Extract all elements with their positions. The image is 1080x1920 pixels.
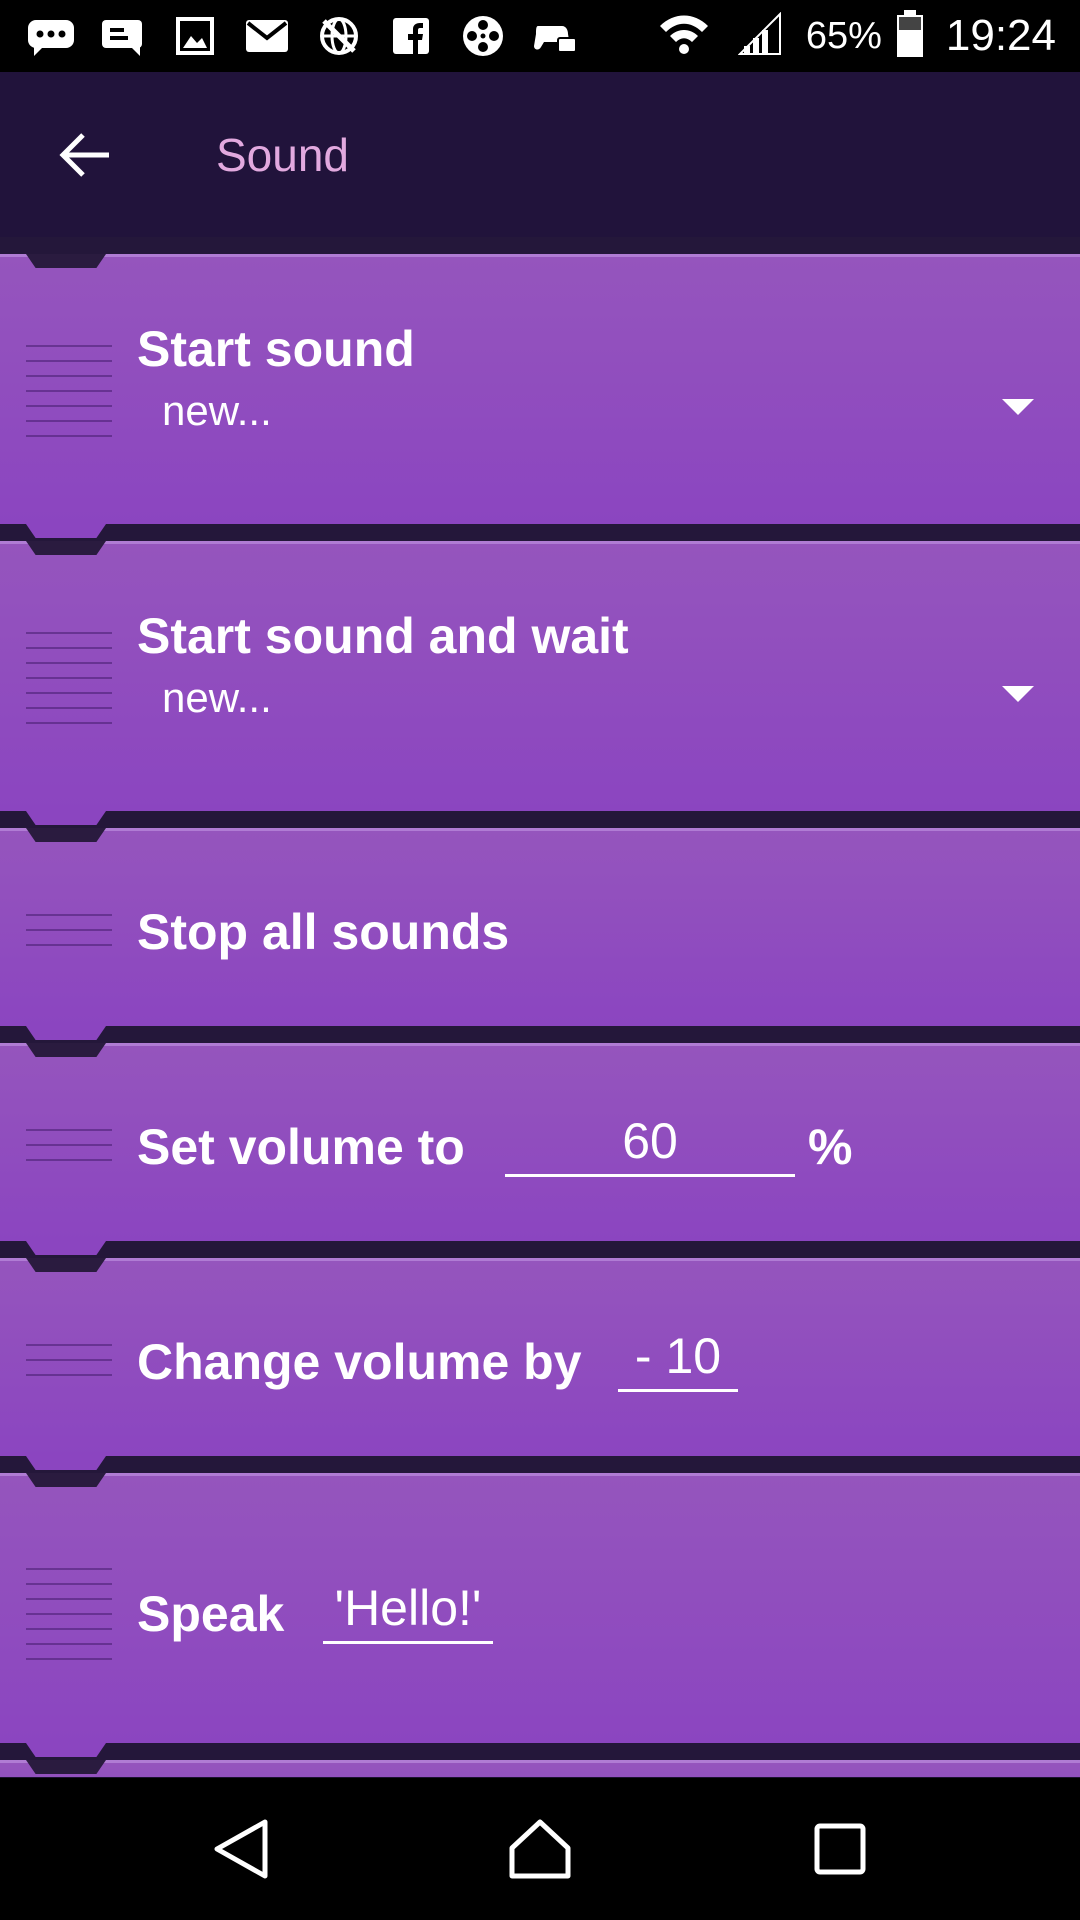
brick-title: Speak [137, 1586, 285, 1642]
film-reel-icon [458, 14, 508, 58]
image-icon [170, 14, 220, 58]
drag-handle[interactable] [26, 1344, 112, 1376]
brick-change-volume[interactable]: Change volume by - 10 [0, 1258, 1080, 1470]
volume-change-input[interactable]: - 10 [618, 1327, 738, 1392]
drag-handle[interactable] [26, 632, 112, 724]
app-bar: Sound [0, 72, 1080, 237]
arrow-left-icon [59, 133, 109, 177]
drag-handle[interactable] [26, 345, 112, 437]
brick-stop-all-sounds[interactable]: Stop all sounds [0, 828, 1080, 1040]
game-controller-icon [530, 14, 580, 58]
facebook-icon [386, 14, 436, 58]
drag-handle[interactable] [26, 1568, 112, 1660]
home-icon [509, 1819, 571, 1879]
page-title: Sound [216, 129, 350, 181]
notification-icons [26, 12, 580, 60]
back-button[interactable] [50, 120, 120, 190]
no-globe-icon [314, 14, 364, 58]
mail-icon [242, 14, 292, 58]
battery-icon [896, 9, 924, 63]
brick-start-sound-and-wait[interactable]: Start sound and wait new... [0, 541, 1080, 825]
navigation-bar [0, 1778, 1080, 1920]
brick-next-partial[interactable] [0, 1760, 1080, 1777]
volume-input[interactable]: 60 [505, 1112, 795, 1177]
brick-speak[interactable]: Speak 'Hello!' [0, 1473, 1080, 1757]
brick-title: Start sound and wait [137, 608, 629, 664]
brick-title: Change volume by [137, 1334, 582, 1390]
brick-set-volume[interactable]: Set volume to 60 % [0, 1043, 1080, 1255]
back-triangle-icon [214, 1819, 268, 1879]
dropdown-arrow-icon[interactable] [1002, 686, 1034, 702]
percent-label: % [808, 1119, 853, 1175]
wifi-icon [658, 12, 710, 61]
drag-handle[interactable] [26, 1129, 112, 1161]
brick-title: Stop all sounds [137, 904, 510, 960]
message-icon [98, 14, 148, 58]
signal-icon [737, 11, 782, 61]
recents-square-icon [814, 1823, 866, 1875]
sound-spinner[interactable]: new... [162, 674, 272, 722]
brick-title: Set volume to [137, 1119, 465, 1175]
drag-handle[interactable] [26, 914, 112, 946]
status-bar: 65% 19:24 [0, 0, 1080, 72]
brick-list[interactable]: Start sound new... Start sound and wait … [0, 237, 1080, 1777]
brick-title: Start sound [137, 321, 415, 377]
speak-text-input[interactable]: 'Hello!' [323, 1579, 493, 1644]
battery-percentage: 65% [805, 14, 882, 57]
sound-spinner[interactable]: new... [162, 387, 272, 435]
dropdown-arrow-icon[interactable] [1002, 399, 1034, 415]
nav-recents-button[interactable] [795, 1804, 885, 1894]
nav-back-button[interactable] [196, 1804, 286, 1894]
system-indicators: 65% 19:24 [658, 8, 1056, 64]
chat-bubble-icon [26, 14, 76, 58]
nav-home-button[interactable] [495, 1804, 585, 1894]
brick-start-sound[interactable]: Start sound new... [0, 254, 1080, 538]
clock: 19:24 [945, 11, 1056, 60]
